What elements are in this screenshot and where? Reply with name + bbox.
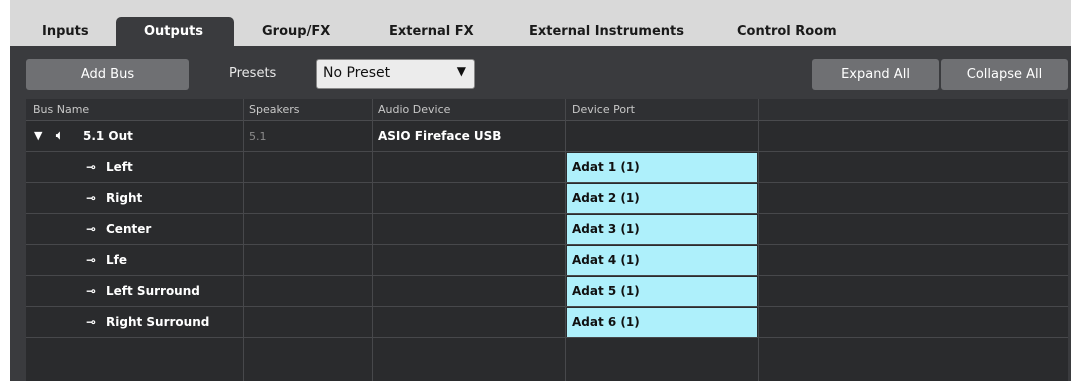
table-header [26,99,1068,121]
device-port-value: Adat 4 (1) [572,253,640,267]
plug-icon: ⊸ [86,315,97,329]
column-divider [243,99,244,381]
device-port-cell[interactable]: Adat 4 (1) [567,246,757,275]
tab-external-instruments[interactable]: External Instruments [529,20,699,46]
speaker-icon: 🔈︎ [56,128,64,142]
device-port-cell[interactable]: Adat 1 (1) [567,153,757,182]
device-port-value: Adat 3 (1) [572,222,640,236]
channel-name: Right [106,191,143,205]
tab-label: External FX [389,24,474,39]
triangle-down-icon[interactable]: ▼ [34,129,42,142]
bus-speakers: 5.1 [249,130,267,143]
device-port-cell[interactable]: Adat 2 (1) [567,184,757,213]
row-divider [26,337,1068,338]
bus-name[interactable]: 5.1 Out [83,129,133,143]
tab-inputs[interactable]: Inputs [42,20,112,46]
device-port-cell[interactable]: Adat 6 (1) [567,308,757,337]
row-divider [26,151,1068,152]
plug-icon: ⊸ [86,253,97,267]
column-divider [372,99,373,381]
channel-name: Right Surround [106,315,210,329]
tab-label: Outputs [144,24,204,39]
collapse-all-button[interactable]: Collapse All [941,59,1068,90]
plug-icon: ⊸ [86,222,97,236]
channel-name: Left [106,160,133,174]
channel-name: Left Surround [106,284,200,298]
presets-value: No Preset [323,65,391,81]
channel-name: Center [106,222,152,236]
tab-external-fx[interactable]: External FX [389,20,489,46]
device-port-value: Adat 6 (1) [572,315,640,329]
column-divider [565,99,566,381]
row-divider [26,213,1068,214]
bus-table: Bus Name Speakers Audio Device Device Po… [26,99,1068,381]
column-header-speakers[interactable]: Speakers [249,103,299,116]
device-port-value: Adat 2 (1) [572,191,640,205]
column-header-audio-device[interactable]: Audio Device [378,103,450,116]
row-divider [26,306,1068,307]
add-bus-button[interactable]: Add Bus [26,59,189,90]
plug-icon: ⊸ [86,191,97,205]
column-header-device-port[interactable]: Device Port [572,103,635,116]
expand-all-button[interactable]: Expand All [812,59,939,90]
bus-audio-device[interactable]: ASIO Fireface USB [378,129,501,143]
device-port-value: Adat 1 (1) [572,160,640,174]
tab-label: External Instruments [529,24,684,39]
column-divider [758,99,759,381]
presets-label: Presets [229,66,277,81]
channel-name: Lfe [106,253,128,267]
dropdown-arrow-icon: ▼ [456,64,466,78]
tab-control-room[interactable]: Control Room [737,20,847,46]
plug-icon: ⊸ [86,284,97,298]
presets-dropdown[interactable]: No Preset ▼ [316,59,475,89]
tab-label: Control Room [737,24,837,39]
tab-label: Group/FX [262,24,331,39]
device-port-value: Adat 5 (1) [572,284,640,298]
row-divider [26,275,1068,276]
tab-group-fx[interactable]: Group/FX [262,20,342,46]
device-port-cell[interactable]: Adat 3 (1) [567,215,757,244]
tab-outputs[interactable]: Outputs [116,17,234,49]
column-header-bus-name[interactable]: Bus Name [33,103,89,116]
tab-label: Inputs [42,24,89,39]
device-port-cell[interactable]: Adat 5 (1) [567,277,757,306]
plug-icon: ⊸ [86,160,97,174]
row-divider [26,182,1068,183]
row-divider [26,244,1068,245]
